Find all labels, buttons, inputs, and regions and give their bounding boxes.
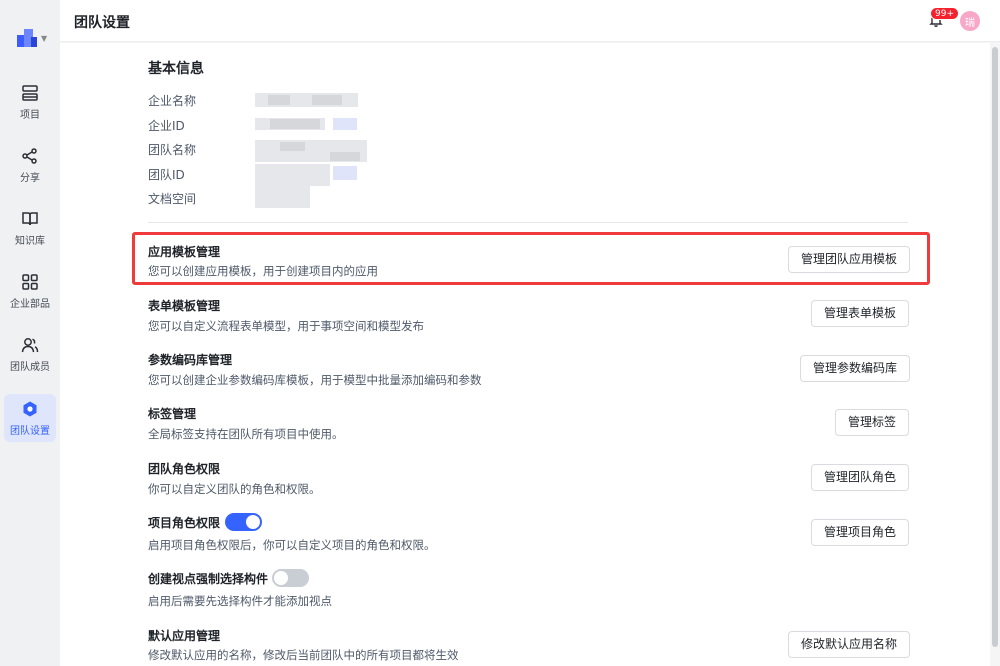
- project-role-toggle[interactable]: [225, 513, 262, 531]
- rename-default-app-button[interactable]: 修改默认应用名称: [788, 631, 911, 658]
- sidebar-item-label: 团队成员: [10, 361, 50, 373]
- default-app-title: 默认应用管理: [148, 629, 221, 643]
- workspace-switcher[interactable]: ▼: [14, 26, 54, 50]
- settings-icon: [23, 401, 37, 416]
- doc-space-label: 文档空间: [148, 192, 197, 206]
- project-role-desc: 启用项目角色权限后，你可以自定义项目的角色和权限。: [148, 538, 436, 552]
- team-name-label: 团队名称: [148, 143, 197, 157]
- viewpoint-force-title: 创建视点强制选择构件: [148, 572, 269, 586]
- top-header: 团队设置 99+ 瑞: [60, 0, 1000, 42]
- param-code-title: 参数编码库管理: [148, 353, 233, 367]
- sidebar-item-label: 项目: [20, 109, 40, 121]
- scrollbar-thumb[interactable]: [992, 47, 998, 647]
- sidebar-item-settings[interactable]: 团队设置: [4, 394, 56, 442]
- form-template-title: 表单模板管理: [148, 299, 221, 313]
- manage-param-code-button[interactable]: 管理参数编码库: [800, 355, 911, 382]
- manage-form-template-button[interactable]: 管理表单模板: [811, 300, 910, 327]
- project-role-title: 项目角色权限: [148, 516, 221, 530]
- book-icon: [22, 211, 38, 225]
- page-title: 团队设置: [74, 15, 130, 31]
- sidebar-item-label: 企业部品: [10, 298, 50, 310]
- sidebar-item-knowledge[interactable]: 知识库: [4, 204, 56, 252]
- team-role-desc: 你可以自定义团队的角色和权限。: [148, 482, 321, 496]
- tag-manage-title: 标签管理: [148, 407, 197, 421]
- company-id-label: 企业ID: [148, 119, 185, 133]
- logo-icon: [14, 27, 38, 49]
- sidebar-item-label: 团队设置: [10, 425, 50, 437]
- form-template-desc: 您可以自定义流程表单模型，用于事项空间和模型发布: [148, 319, 424, 333]
- highlight-box: [132, 232, 930, 285]
- project-icon: [22, 84, 38, 101]
- manage-tags-button[interactable]: 管理标签: [835, 409, 910, 436]
- param-code-desc: 您可以创建企业参数编码库模板，用于模型中批量添加编码和参数: [148, 373, 482, 387]
- sidebar-item-label: 知识库: [15, 235, 45, 247]
- notification-badge: 99+: [930, 7, 959, 20]
- default-app-desc: 修改默认应用的名称，修改后当前团队中的所有项目都将生效: [148, 648, 459, 662]
- share-icon: [22, 147, 37, 164]
- manage-project-role-button[interactable]: 管理项目角色: [811, 519, 910, 546]
- company-name-label: 企业名称: [148, 94, 197, 108]
- grid-icon: [22, 273, 38, 290]
- members-icon: [21, 337, 39, 352]
- viewpoint-force-desc: 启用后需要先选择构件才能添加视点: [148, 594, 332, 608]
- caret-down-icon: ▼: [41, 33, 48, 43]
- sidebar: ▼ 项目 分享 知识库 企业部品 团队成员 团队设置: [0, 0, 60, 666]
- team-id-label: 团队ID: [148, 168, 185, 182]
- team-role-title: 团队角色权限: [148, 462, 221, 476]
- sidebar-item-project[interactable]: 项目: [4, 78, 56, 126]
- basic-info-title: 基本信息: [148, 61, 204, 77]
- avatar[interactable]: 瑞: [960, 11, 980, 31]
- tag-manage-desc: 全局标签支持在团队所有项目中使用。: [148, 427, 344, 441]
- section-divider: [148, 222, 908, 223]
- viewpoint-force-toggle[interactable]: [272, 569, 309, 587]
- scrollbar[interactable]: [990, 43, 1000, 666]
- manage-team-role-button[interactable]: 管理团队角色: [811, 464, 910, 491]
- sidebar-item-label: 分享: [20, 172, 40, 184]
- sidebar-item-members[interactable]: 团队成员: [4, 330, 56, 378]
- sidebar-item-parts[interactable]: 企业部品: [4, 267, 56, 315]
- sidebar-item-share[interactable]: 分享: [4, 141, 56, 189]
